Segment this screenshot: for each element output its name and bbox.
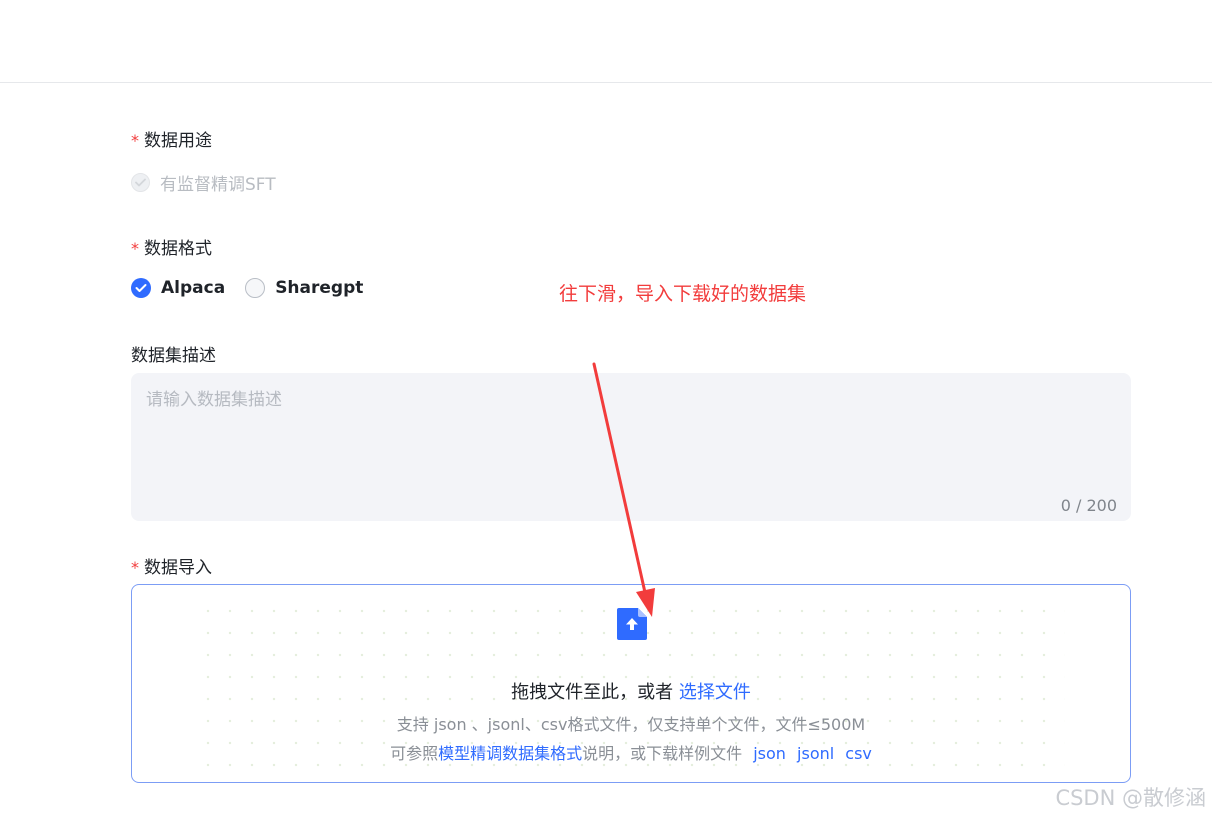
radio-sharegpt[interactable]: Sharegpt	[245, 278, 363, 298]
required-asterisk: *	[131, 131, 139, 150]
format-doc-link[interactable]: 模型精调数据集格式	[438, 744, 582, 763]
format-label-text: 数据格式	[144, 239, 212, 259]
watermark: CSDN @散修涵	[1055, 786, 1206, 810]
description-field-wrapper: 0 / 200	[131, 373, 1131, 521]
description-textarea[interactable]	[131, 373, 1131, 521]
sample-json-link[interactable]: json	[753, 744, 786, 763]
drop-text: 拖拽文件至此，或者	[511, 682, 674, 703]
usage-label: * 数据用途	[131, 126, 212, 151]
radio-checked-icon	[131, 278, 151, 298]
radio-sharegpt-label: Sharegpt	[275, 278, 364, 298]
format-radio-group: Alpaca Sharegpt	[131, 278, 383, 298]
drop-main-text: 拖拽文件至此，或者 选择文件	[132, 678, 1130, 704]
file-dropzone[interactable]: 拖拽文件至此，或者 选择文件 支持 json 、jsonl、csv格式文件，仅支…	[131, 584, 1131, 783]
radio-alpaca-label: Alpaca	[161, 278, 226, 298]
format-label: * 数据格式	[131, 234, 212, 259]
reference-prefix: 可参照	[390, 744, 439, 763]
top-header-bar	[0, 0, 1212, 83]
import-label: * 数据导入	[131, 553, 212, 578]
required-asterisk: *	[131, 239, 139, 258]
usage-radio-sft: 有监督精调SFT	[131, 170, 276, 195]
sample-jsonl-link[interactable]: jsonl	[797, 744, 834, 763]
usage-option-label: 有监督精调SFT	[160, 175, 276, 195]
radio-alpaca[interactable]: Alpaca	[131, 278, 225, 298]
usage-label-text: 数据用途	[144, 131, 212, 151]
annotation-text: 往下滑，导入下载好的数据集	[559, 283, 807, 305]
format-hint: 支持 json 、jsonl、csv格式文件，仅支持单个文件，文件≤500M	[396, 715, 866, 734]
radio-unchecked-icon	[245, 278, 266, 298]
char-counter: 0 / 200	[1060, 496, 1117, 515]
description-label: 数据集描述	[131, 346, 216, 366]
sample-csv-link[interactable]: csv	[845, 744, 872, 763]
reference-hint: 可参照模型精调数据集格式说明，或下载样例文件 json jsonl csv	[132, 740, 1130, 764]
upload-file-icon	[617, 608, 647, 640]
reference-suffix: 说明，或下载样例文件	[582, 744, 743, 763]
disabled-check-icon	[131, 173, 150, 192]
required-asterisk: *	[131, 558, 139, 577]
import-label-text: 数据导入	[144, 558, 212, 578]
choose-file-link[interactable]: 选择文件	[679, 682, 751, 703]
